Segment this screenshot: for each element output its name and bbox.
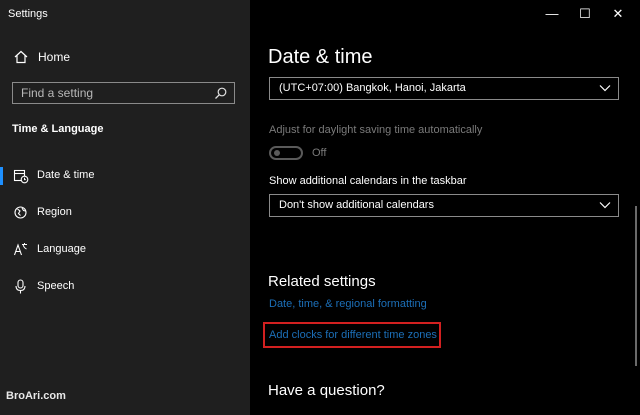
sidebar-item-region[interactable]: Region xyxy=(0,196,250,230)
calendars-label: Show additional calendars in the taskbar xyxy=(269,175,467,187)
watermark: BroAri.com xyxy=(6,390,66,402)
calendars-value: Don't show additional calendars xyxy=(279,199,434,211)
microphone-icon xyxy=(15,279,26,294)
question-title: Have a question? xyxy=(268,382,385,399)
add-clocks-link[interactable]: Add clocks for different time zones xyxy=(269,329,437,341)
dst-label: Adjust for daylight saving time automati… xyxy=(269,124,483,136)
dst-toggle[interactable] xyxy=(269,146,303,160)
dst-state: Off xyxy=(312,147,327,159)
home-nav-item[interactable]: Home xyxy=(14,50,70,64)
sidebar-item-date-time[interactable]: Date & time xyxy=(0,159,250,193)
settings-window: Settings Home Time & Language Date & xyxy=(0,0,640,415)
language-icon xyxy=(13,243,27,256)
sidebar-item-label: Language xyxy=(37,243,86,255)
search-input[interactable] xyxy=(21,86,206,100)
sidebar-item-speech[interactable]: Speech xyxy=(0,270,250,304)
sidebar-item-label: Region xyxy=(37,206,72,218)
sidebar-item-language[interactable]: Language xyxy=(0,233,250,267)
regional-formatting-link[interactable]: Date, time, & regional formatting xyxy=(269,298,427,310)
search-box[interactable] xyxy=(12,82,235,104)
section-title: Time & Language xyxy=(12,123,104,135)
page-title: Date & time xyxy=(268,46,373,68)
scrollbar[interactable] xyxy=(635,206,637,366)
search-icon[interactable] xyxy=(214,86,228,100)
main-content: Date & time (UTC+07:00) Bangkok, Hanoi, … xyxy=(250,0,640,415)
calendar-clock-icon xyxy=(13,169,29,184)
chevron-down-icon xyxy=(599,85,611,92)
calendars-dropdown[interactable]: Don't show additional calendars xyxy=(269,194,619,217)
timezone-dropdown[interactable]: (UTC+07:00) Bangkok, Hanoi, Jakarta xyxy=(269,77,619,100)
related-settings-title: Related settings xyxy=(268,273,376,290)
app-title: Settings xyxy=(8,8,48,20)
home-icon xyxy=(14,50,28,64)
toggle-knob xyxy=(274,150,280,156)
globe-icon xyxy=(14,206,27,219)
home-label: Home xyxy=(38,50,71,64)
sidebar: Settings Home Time & Language Date & xyxy=(0,0,250,415)
sidebar-item-label: Date & time xyxy=(37,169,95,181)
chevron-down-icon xyxy=(599,202,611,209)
sidebar-item-label: Speech xyxy=(37,280,75,292)
timezone-value: (UTC+07:00) Bangkok, Hanoi, Jakarta xyxy=(279,82,466,94)
active-indicator xyxy=(0,167,3,185)
